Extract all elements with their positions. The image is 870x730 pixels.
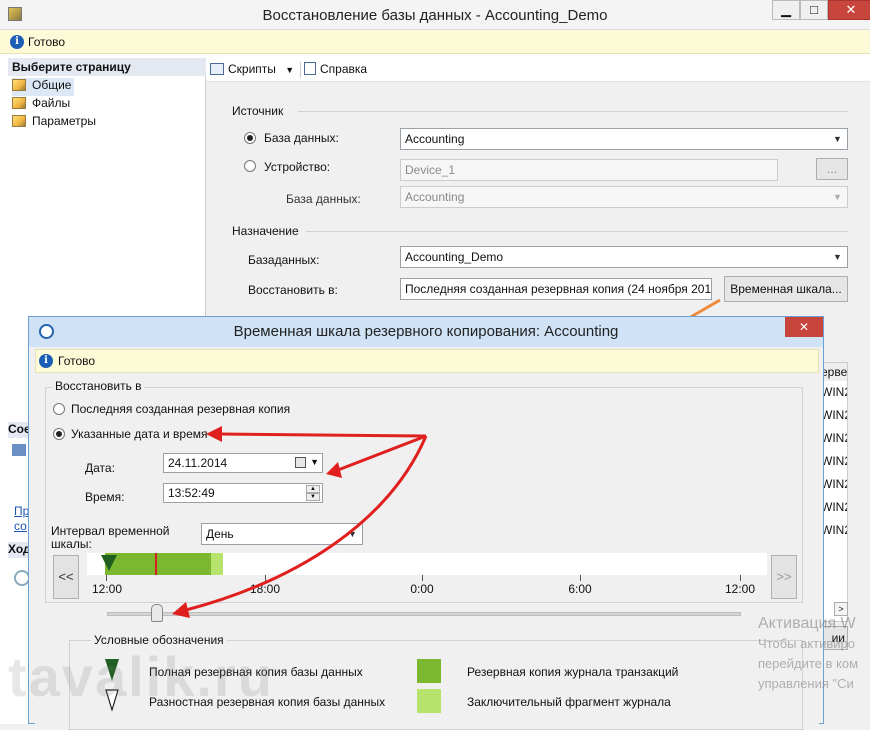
- red-arrow-line: [337, 434, 427, 472]
- red-arrowhead: [172, 602, 190, 618]
- red-arrowhead: [326, 462, 342, 478]
- red-arrow-line: [219, 432, 427, 438]
- red-arrow-curve: [185, 435, 428, 612]
- activation-notice: Активация W Чтобы активиро перейдите в к…: [758, 614, 870, 694]
- activation-line: Чтобы активиро: [758, 636, 856, 651]
- red-arrowhead: [206, 426, 222, 442]
- activation-title: Активация W: [758, 615, 856, 632]
- activation-line: управления "Си: [758, 676, 854, 691]
- callout-arrows-red: [172, 426, 428, 618]
- activation-line: перейдите в ком: [758, 656, 859, 671]
- watermark: tavalik.ru: [8, 645, 274, 708]
